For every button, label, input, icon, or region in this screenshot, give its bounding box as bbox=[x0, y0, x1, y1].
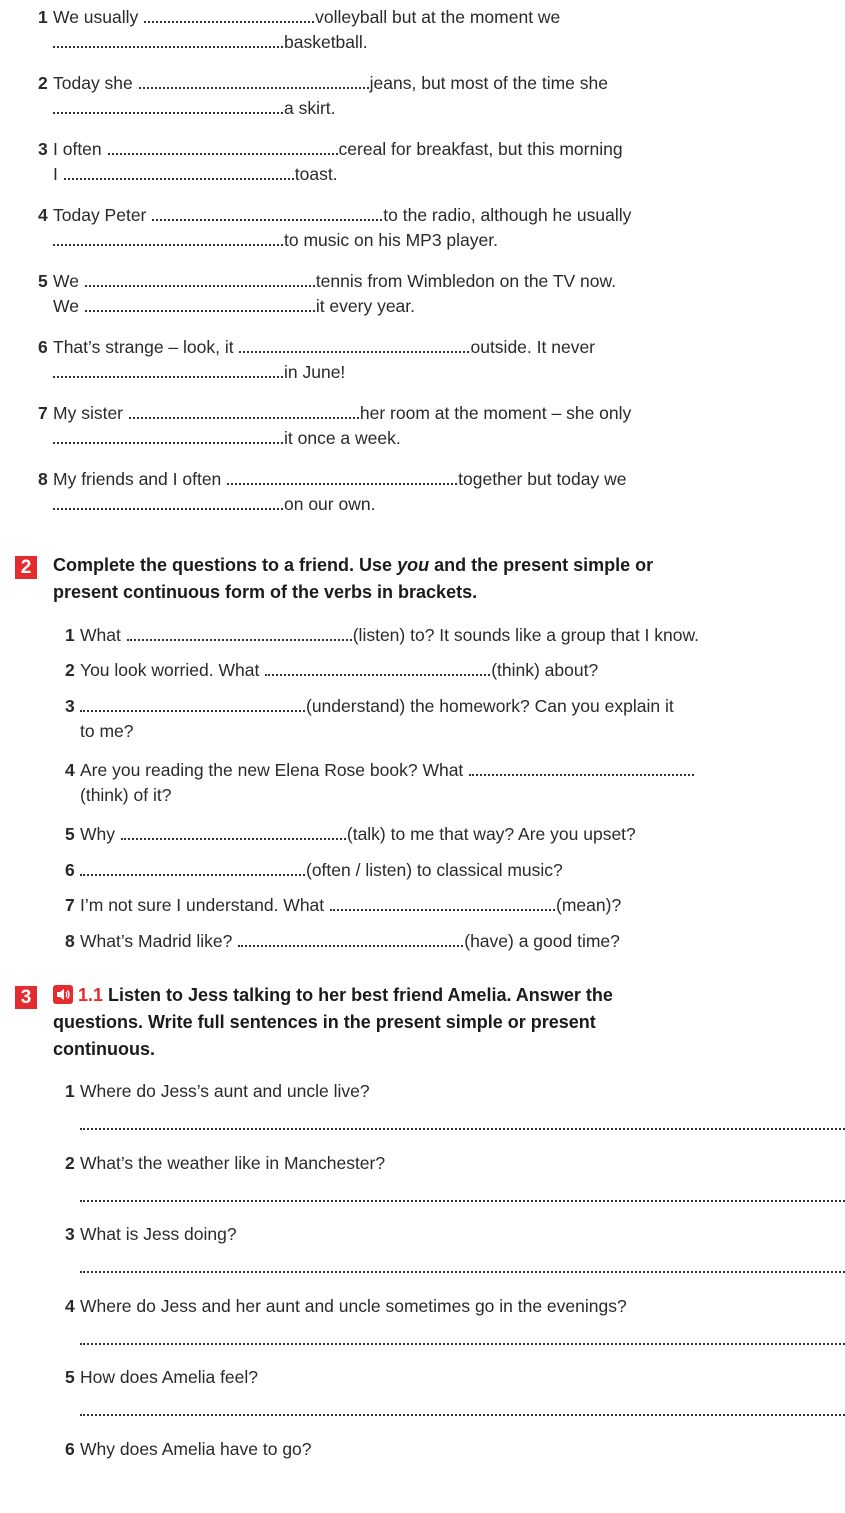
ex2-item-8: 8 What’s Madrid like? (have) a good time… bbox=[65, 931, 620, 951]
answer-blank[interactable] bbox=[144, 17, 315, 23]
answer-blank[interactable] bbox=[238, 941, 464, 947]
ex2-item-3: 3 (understand) the homework? Can you exp… bbox=[65, 696, 674, 741]
answer-blank[interactable] bbox=[80, 706, 305, 712]
ex1-item-8: 8 My friends and I often together but to… bbox=[38, 469, 627, 514]
ex1-item-4: 4 Today Peter to the radio, although he … bbox=[38, 205, 632, 250]
ex1-item-2: 2 Today she jeans, but most of the time … bbox=[38, 73, 608, 118]
answer-blank[interactable] bbox=[107, 149, 338, 155]
answer-blank[interactable] bbox=[138, 83, 369, 89]
answer-blank[interactable] bbox=[53, 372, 283, 378]
ex2-item-1: 1 What (listen) to? It sounds like a gro… bbox=[65, 625, 700, 645]
answer-blank[interactable] bbox=[239, 347, 470, 353]
ex3-question-1: 1 Where do Jess’s aunt and uncle live? bbox=[65, 1081, 370, 1101]
audio-speaker-icon[interactable] bbox=[53, 985, 73, 1004]
answer-blank[interactable] bbox=[265, 670, 491, 676]
answer-blank[interactable] bbox=[128, 413, 359, 419]
answer-blank[interactable] bbox=[63, 174, 294, 180]
answer-blank[interactable] bbox=[120, 834, 346, 840]
answer-blank[interactable] bbox=[330, 905, 556, 911]
answer-blank[interactable] bbox=[469, 770, 695, 776]
ex3-question-3: 3 What is Jess doing? bbox=[65, 1224, 237, 1244]
answer-blank[interactable] bbox=[84, 281, 315, 287]
ex1-item-3: 3 I often cereal for breakfast, but this… bbox=[38, 139, 623, 184]
answer-line[interactable] bbox=[80, 1340, 845, 1345]
answer-blank[interactable] bbox=[152, 215, 383, 221]
answer-blank[interactable] bbox=[53, 240, 283, 246]
answer-blank[interactable] bbox=[80, 870, 305, 876]
answer-blank[interactable] bbox=[53, 42, 283, 48]
answer-blank[interactable] bbox=[53, 438, 283, 444]
answer-blank[interactable] bbox=[126, 635, 352, 641]
ex1-item-1: 1 We usually volleyball but at the momen… bbox=[38, 7, 561, 52]
answer-blank[interactable] bbox=[227, 479, 458, 485]
answer-blank[interactable] bbox=[84, 306, 315, 312]
ex3-question-5: 5 How does Amelia feel? bbox=[65, 1367, 259, 1387]
answer-line[interactable] bbox=[80, 1411, 845, 1416]
exercise-instructions: Complete the questions to a friend. Use … bbox=[53, 555, 654, 602]
answer-line[interactable] bbox=[80, 1197, 845, 1202]
ex2-item-2: 2 You look worried. What (think) about? bbox=[65, 660, 599, 680]
exercise-number-badge: 3 bbox=[15, 986, 37, 1009]
ex3-question-6: 6 Why does Amelia have to go? bbox=[65, 1439, 312, 1459]
ex2-item-4: 4 Are you reading the new Elena Rose boo… bbox=[65, 758, 840, 808]
ex3-question-4: 4 Where do Jess and her aunt and uncle s… bbox=[65, 1296, 627, 1316]
answer-blank[interactable] bbox=[53, 108, 283, 114]
ex1-item-5: 5 We tennis from Wimbledon on the TV now… bbox=[38, 271, 617, 316]
ex2-item-6: 6 (often / listen) to classical music? bbox=[65, 860, 563, 880]
ex1-item-6: 6 That’s strange – look, it outside. It … bbox=[38, 337, 596, 382]
ex1-item-7: 7 My sister her room at the moment – she… bbox=[38, 403, 632, 448]
answer-line[interactable] bbox=[80, 1125, 845, 1130]
exercise-number-badge: 2 bbox=[15, 556, 37, 579]
ex3-question-2: 2 What’s the weather like in Manchester? bbox=[65, 1153, 386, 1173]
ex2-item-7: 7 I’m not sure I understand. What (mean)… bbox=[65, 895, 622, 915]
answer-blank[interactable] bbox=[53, 504, 283, 510]
answer-line[interactable] bbox=[80, 1268, 845, 1273]
exercise-instructions: 1.1 Listen to Jess talking to her best f… bbox=[53, 985, 613, 1059]
ex2-item-5: 5 Why (talk) to me that way? Are you ups… bbox=[65, 824, 636, 844]
